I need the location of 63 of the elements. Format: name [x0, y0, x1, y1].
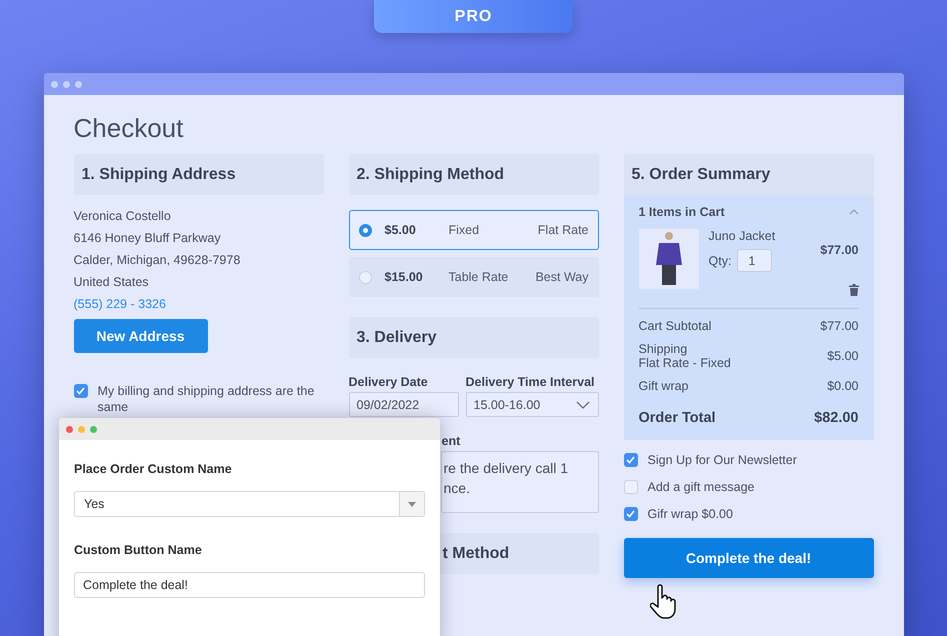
pro-badge: PRO — [374, 0, 573, 33]
product-photo — [638, 229, 698, 289]
field-label: Delivery Time Interval — [466, 375, 596, 391]
trash-icon[interactable] — [848, 284, 858, 296]
shipping-carrier: Flat Rate — [538, 223, 588, 237]
caret-down-icon — [408, 502, 416, 506]
total-value: $0.00 — [827, 379, 858, 393]
address-line: Calder, Michigan, 49628-7978 — [74, 252, 242, 269]
shipping-carrier: Best Way — [535, 270, 588, 284]
field-label: Place Order Custom Name — [74, 462, 233, 476]
dropdown-select[interactable]: Yes — [74, 491, 425, 517]
total-value: $5.00 — [827, 349, 858, 363]
hand-cursor-icon — [650, 584, 676, 620]
address-line: 6146 Honey Bluff Parkway — [74, 230, 222, 247]
radio-button[interactable] — [358, 224, 372, 236]
order-total-label: Order Total — [638, 410, 716, 426]
text-field[interactable]: Complete the deal! — [74, 572, 425, 598]
order-total-value: $82.00 — [814, 410, 858, 426]
checkbox-label: Sign Up for Our Newsletter — [648, 452, 797, 468]
shipping-option[interactable]: $15.00 Table Rate Best Way — [348, 257, 598, 297]
new-address-button[interactable]: New Address — [74, 319, 208, 353]
field-label: Custom Button Name — [74, 543, 203, 557]
page-title: Checkout — [74, 113, 184, 144]
total-label: Gift wrap — [638, 379, 689, 393]
field-label: ent — [442, 434, 462, 450]
total-sublabel: Flat Rate - Fixed — [638, 356, 731, 370]
section-heading: 5. Order Summary — [624, 154, 874, 195]
product-price: $77.00 — [820, 243, 858, 257]
address-line: United States — [74, 274, 150, 291]
time-interval-select[interactable]: 15.00-16.00 — [466, 392, 598, 417]
section-heading: 1. Shipping Address — [74, 154, 324, 195]
radio-button[interactable] — [358, 270, 372, 284]
chevron-up-icon[interactable] — [848, 209, 858, 215]
total-label: Shipping — [638, 342, 688, 356]
qty-field[interactable]: 1 — [737, 249, 772, 272]
shipping-price: $5.00 — [384, 223, 417, 237]
checkbox[interactable] — [624, 453, 638, 467]
shipping-price: $15.00 — [384, 270, 424, 284]
product-name: Juno Jacket — [708, 229, 776, 243]
address-line: Veronica Costello — [74, 208, 172, 225]
field-label: Delivery Date — [348, 375, 429, 391]
section-heading: 2. Shipping Method — [348, 154, 598, 195]
qty-label: Qty: — [708, 254, 732, 268]
section-heading: 3. Delivery — [348, 317, 598, 358]
total-label: Cart Subtotal — [638, 319, 712, 333]
checkmark-icon — [76, 387, 85, 395]
checkmark-icon — [626, 510, 635, 518]
shipping-type: Table Rate — [448, 270, 510, 284]
comment-textarea[interactable]: re the delivery call 1 nce. — [440, 451, 598, 513]
place-order-button[interactable]: Complete the deal! — [624, 538, 874, 578]
checkbox-label: Gifr wrap $0.00 — [648, 506, 733, 522]
checkbox[interactable] — [624, 507, 638, 521]
shipping-option[interactable]: $5.00 Fixed Flat Rate — [348, 210, 598, 250]
date-field[interactable]: 09/02/2022 — [348, 392, 458, 417]
checkbox[interactable] — [74, 384, 88, 398]
checkbox[interactable] — [624, 480, 638, 494]
shipping-type: Fixed — [448, 223, 480, 237]
total-value: $77.00 — [820, 319, 858, 333]
chevron-down-icon — [576, 400, 590, 408]
cart-count: 1 Items in Cart — [638, 205, 725, 219]
checkmark-icon — [626, 456, 635, 464]
checkbox-label: Add a gift message — [648, 479, 755, 495]
checkbox-label: My billing and shipping address are the same — [98, 383, 316, 415]
